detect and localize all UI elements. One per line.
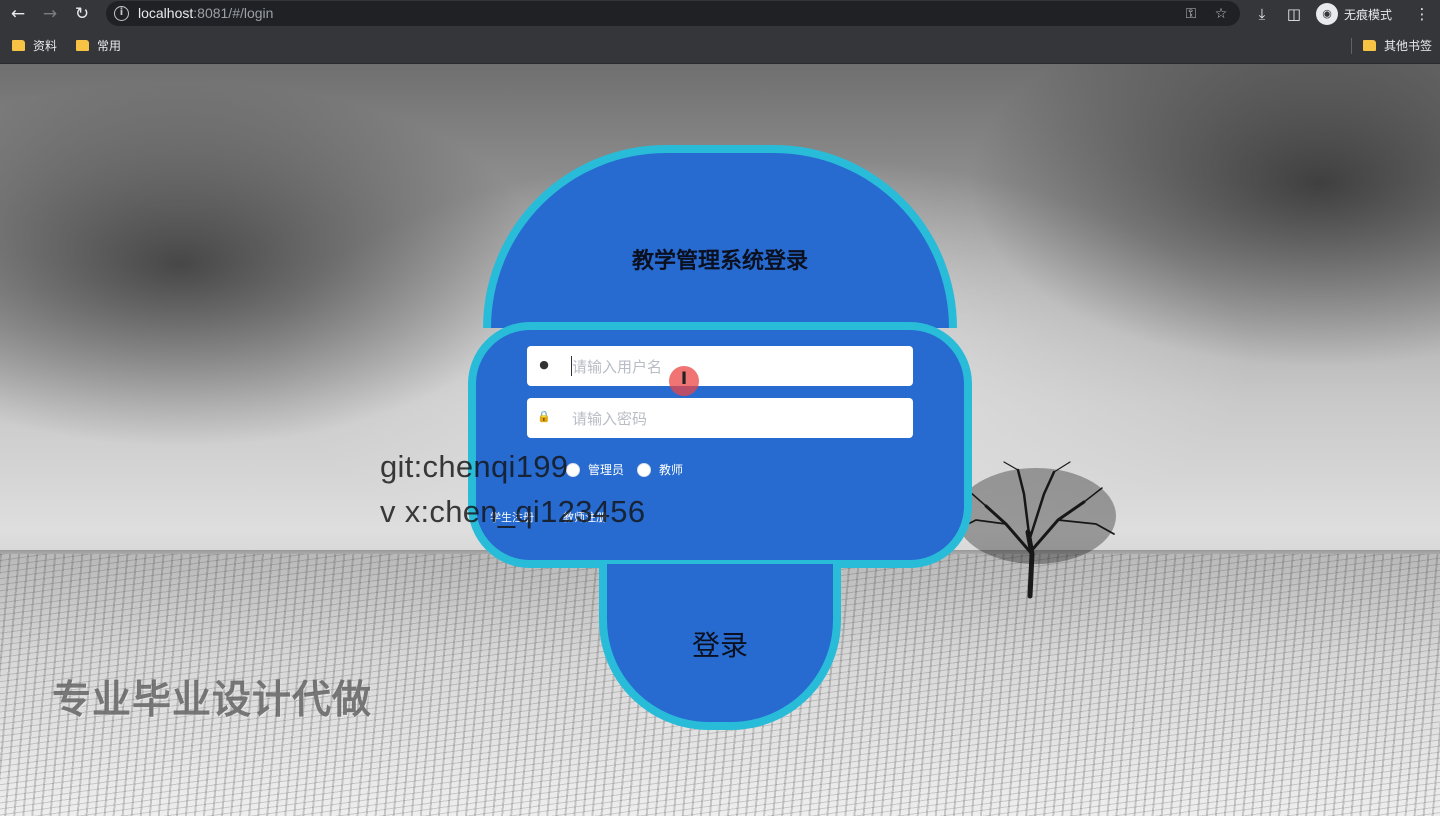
bookmark-folder-changyong[interactable]: 常用 [76, 37, 121, 54]
role-teacher-radio[interactable]: 教师 [637, 461, 683, 478]
site-info-icon[interactable]: i [114, 6, 129, 21]
side-panel-icon[interactable]: ◫ [1283, 3, 1305, 25]
tree-silhouette [956, 461, 1116, 599]
browser-toolbar: ← → ↻ i localhost:8081/#/login ⚿ ☆ ⤓ ◫ ◉… [0, 0, 1440, 28]
watermark-promo: 专业毕业设计代做 [52, 678, 373, 723]
download-icon[interactable]: ⤓ [1251, 3, 1273, 25]
incognito-label: 无痕模式 [1344, 7, 1393, 22]
other-bookmarks[interactable]: 其他书签 [1363, 37, 1432, 54]
password-placeholder: 请输入密码 [572, 410, 648, 428]
bookmarks-divider [1351, 38, 1352, 54]
login-title: 教学管理系统登录 [631, 249, 808, 274]
address-bar[interactable]: i localhost:8081/#/login ⚿ ☆ [106, 1, 1240, 26]
folder-icon [76, 40, 89, 51]
forward-arrow-icon[interactable]: → [38, 3, 62, 25]
more-menu-icon[interactable]: ⋮ [1411, 3, 1433, 25]
key-icon[interactable]: ⚿ [1182, 5, 1200, 23]
lock-icon: 🔒 [537, 410, 551, 423]
radio-icon[interactable] [637, 462, 651, 477]
folder-icon [12, 40, 25, 51]
watermark-git: git:chenqi199 [380, 449, 569, 484]
folder-icon [1363, 40, 1376, 51]
username-placeholder: 请输入用户名 [572, 358, 663, 376]
bookmarks-bar: 资料 常用 其他书签 [0, 28, 1440, 64]
bookmark-star-icon[interactable]: ☆ [1212, 5, 1230, 23]
mouse-cursor-highlight [669, 366, 699, 396]
login-page-background: 教学管理系统登录 ● 请输入用户名 🔒 请输入密码 管理员 教师 学生注册 教师… [0, 64, 1440, 816]
incognito-icon: ◉ [1316, 3, 1338, 25]
incognito-indicator[interactable]: ◉ 无痕模式 [1314, 2, 1400, 26]
watermark-wechat: v x:chen_qi123456 [380, 494, 646, 529]
role-admin-radio[interactable]: 管理员 [566, 461, 624, 478]
reload-icon[interactable]: ↻ [70, 3, 94, 25]
url-text[interactable]: localhost:8081/#/login [138, 5, 273, 21]
password-input[interactable]: 🔒 请输入密码 [527, 398, 913, 438]
back-arrow-icon[interactable]: ← [6, 3, 30, 25]
user-icon: ● [539, 358, 549, 371]
bookmark-folder-ziliao[interactable]: 资料 [12, 37, 57, 54]
login-button[interactable]: 登录 [607, 624, 833, 664]
username-input[interactable]: ● 请输入用户名 [527, 346, 913, 386]
login-card-header: 教学管理系统登录 [483, 145, 957, 328]
